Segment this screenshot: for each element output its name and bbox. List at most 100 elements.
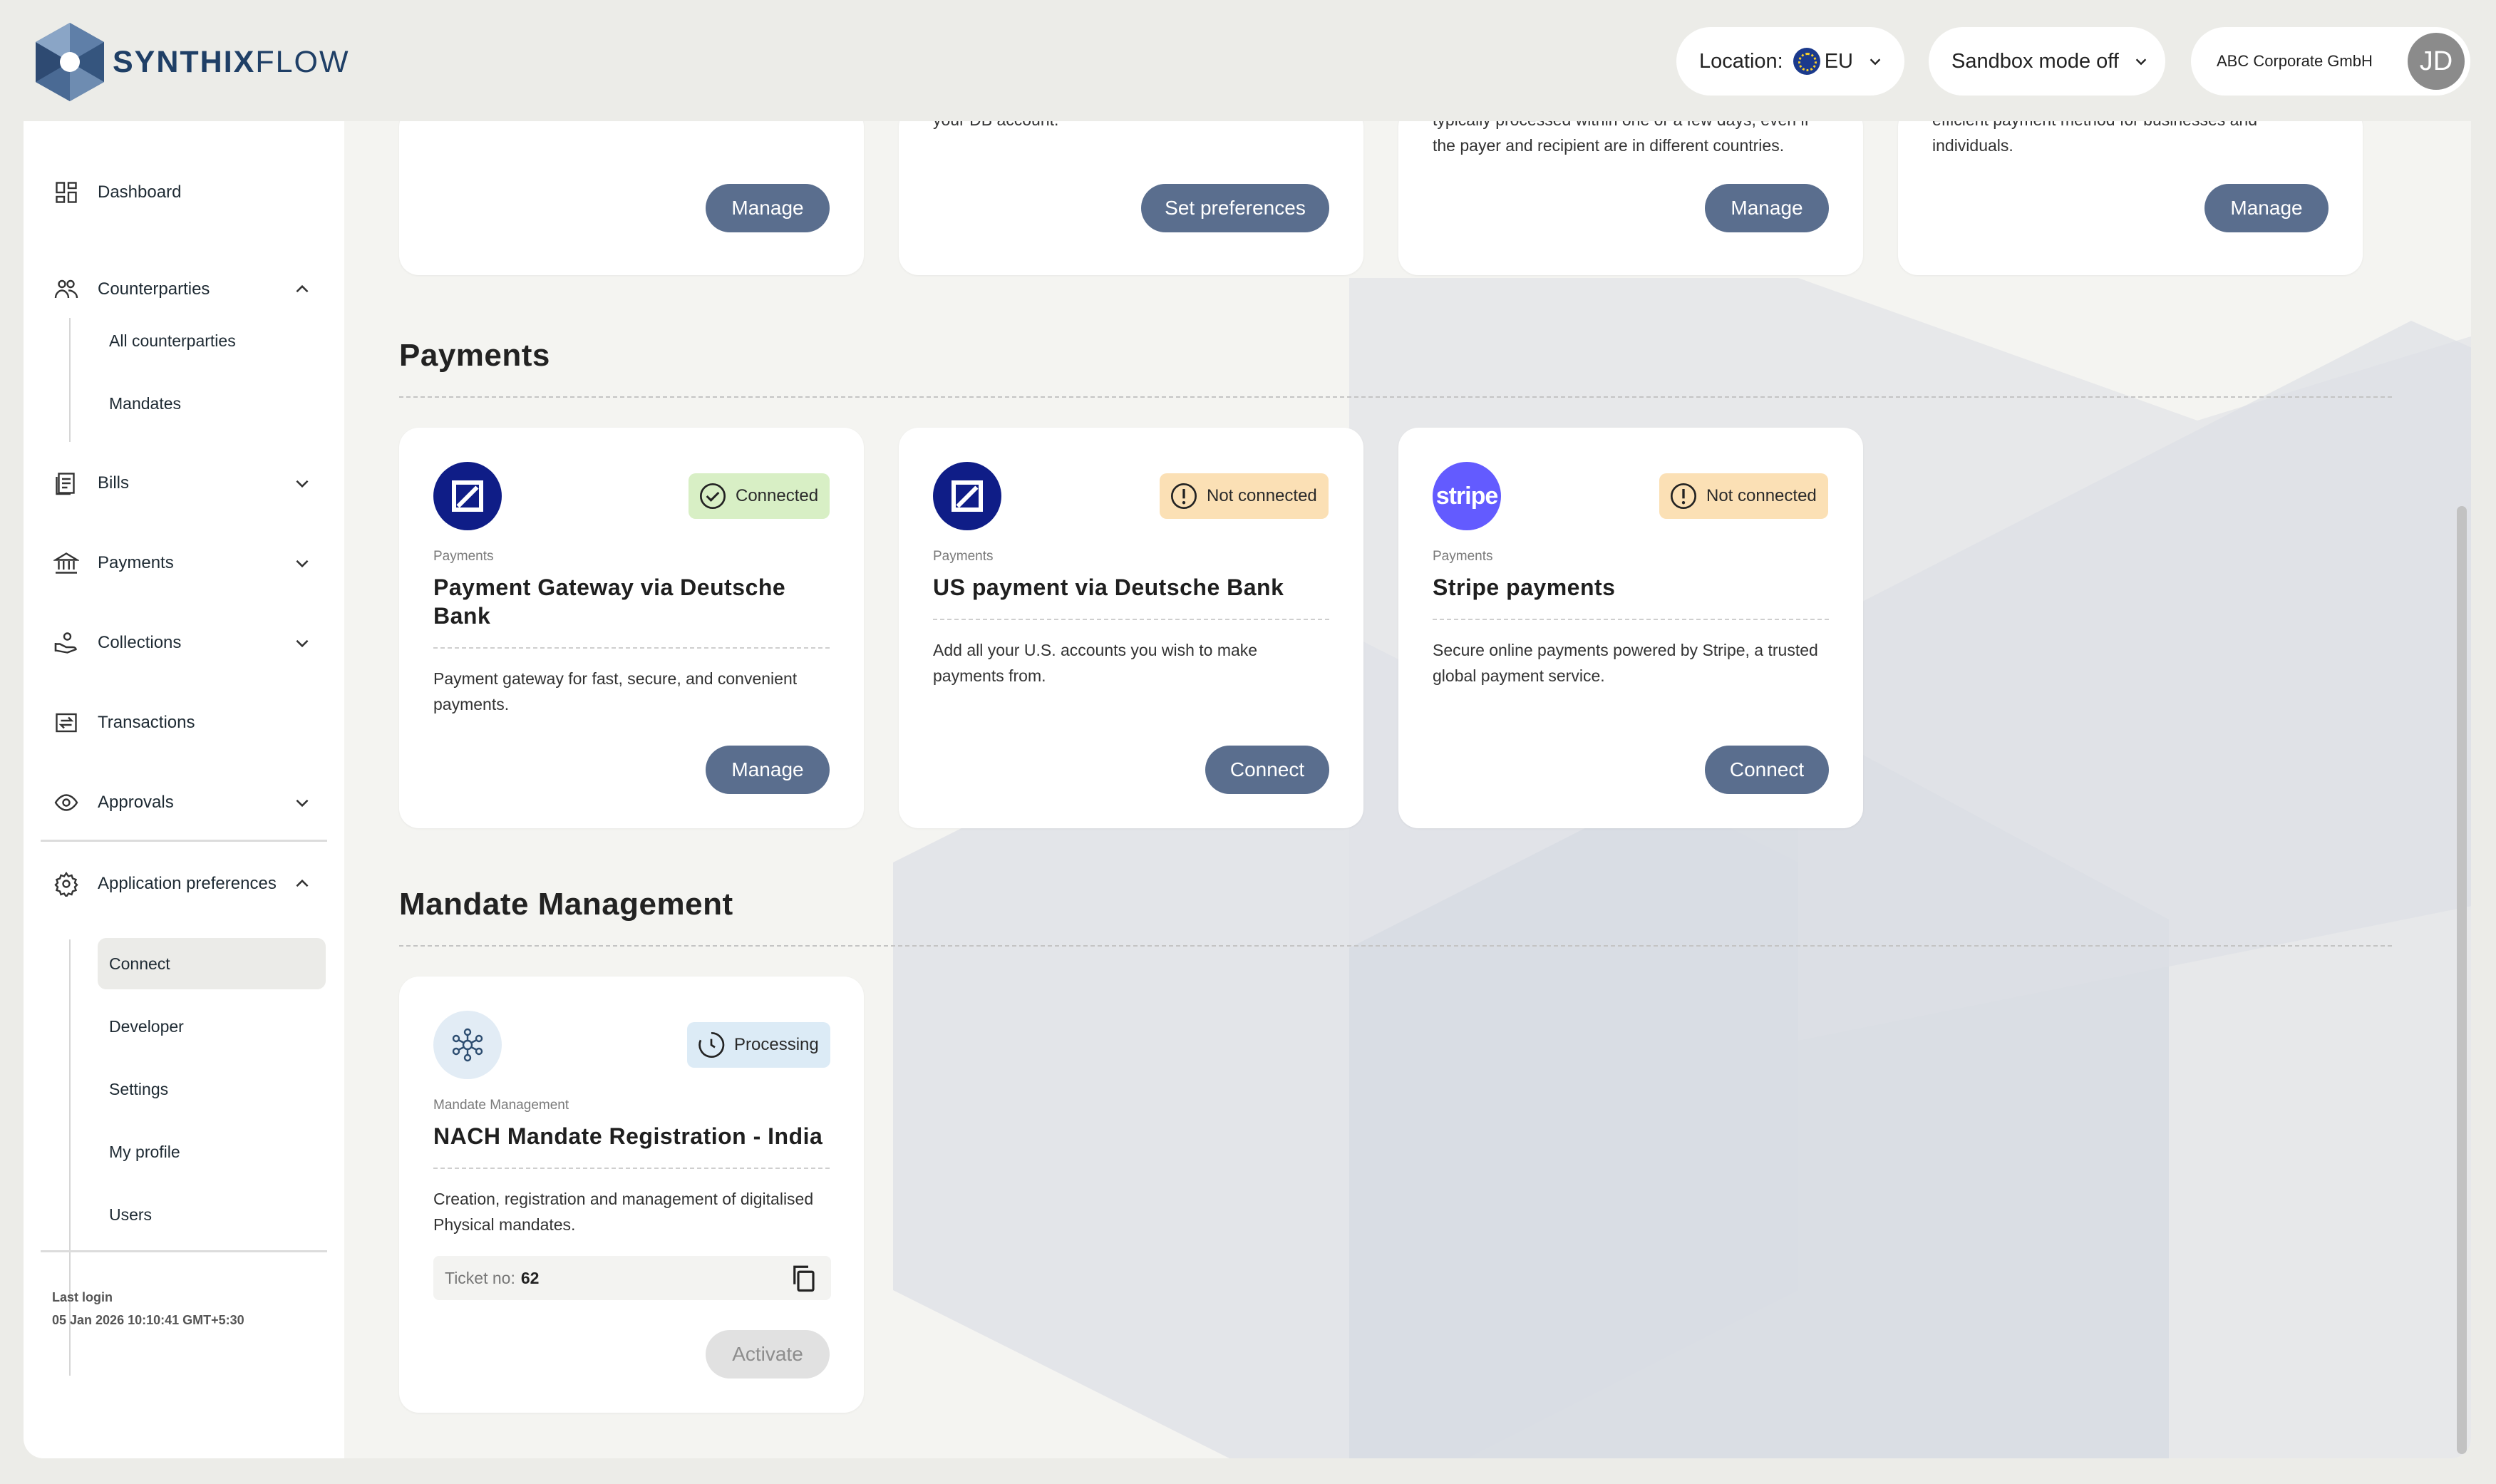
scrollbar[interactable] bbox=[2457, 506, 2467, 1454]
sidebar-item-label: Bills bbox=[98, 473, 130, 493]
set-preferences-button[interactable]: Set preferences bbox=[1141, 184, 1329, 232]
manage-button[interactable]: Manage bbox=[1705, 184, 1829, 232]
sidebar-subitem-users[interactable]: Users bbox=[98, 1189, 326, 1240]
card-category: Payments bbox=[433, 549, 494, 564]
status-badge: Not connected bbox=[1160, 473, 1329, 519]
stripe-icon: stripe bbox=[1433, 462, 1501, 530]
eu-flag-icon bbox=[1793, 48, 1820, 75]
chevron-down-icon bbox=[1870, 58, 1881, 66]
connector-card-payment-gateway-deutsche-bank: Connected Payments Payment Gateway via D… bbox=[399, 428, 864, 828]
sidebar-item-label: Payments bbox=[98, 553, 174, 572]
check-circle-icon bbox=[700, 483, 726, 509]
ticket-value: 62 bbox=[520, 1268, 540, 1287]
submenu-line bbox=[69, 318, 71, 442]
card-description: Secure online payments powered by Stripe… bbox=[1433, 641, 1818, 685]
sidebar-item-collections[interactable]: Collections bbox=[24, 614, 344, 671]
sidebar-item-counterparties[interactable]: Counterparties bbox=[24, 261, 344, 318]
section-divider bbox=[399, 396, 2392, 398]
sidebar-subitem-developer[interactable]: Developer bbox=[98, 1001, 326, 1052]
card-description: Add all your U.S. accounts you wish to m… bbox=[933, 641, 1258, 685]
sidebar-item-bills[interactable]: Bills bbox=[24, 455, 344, 512]
top-bar: SYNTHIXFLOW Location: EU Sandbox mode of… bbox=[0, 0, 2496, 121]
card-description: Creation, registration and management of… bbox=[433, 1190, 814, 1234]
connector-card: your DB account. Set preferences bbox=[899, 121, 1363, 275]
card-divider bbox=[433, 1168, 830, 1169]
connector-card: typically processed within one or a few … bbox=[1398, 121, 1863, 275]
sidebar-item-dashboard[interactable]: Dashboard bbox=[24, 164, 344, 221]
card-divider bbox=[433, 647, 830, 649]
status-badge: Processing bbox=[687, 1022, 830, 1068]
sidebar-item-approvals[interactable]: Approvals bbox=[24, 774, 344, 831]
ticket-label: Ticket no: bbox=[445, 1268, 515, 1287]
location-value: EU bbox=[1824, 49, 1853, 73]
manage-button[interactable]: Manage bbox=[706, 184, 830, 232]
card-description: efficient payment method for businesses … bbox=[1932, 121, 2257, 155]
card-category: Mandate Management bbox=[433, 1098, 569, 1113]
network-icon bbox=[433, 1011, 502, 1079]
activate-button[interactable]: Activate bbox=[706, 1330, 830, 1379]
sidebar-subitem-settings[interactable]: Settings bbox=[98, 1063, 326, 1115]
sidebar-subitem-connect[interactable]: Connect bbox=[98, 938, 326, 989]
main-content: Manage your DB account. Set preferences … bbox=[344, 121, 2471, 1458]
dashboard-icon bbox=[56, 182, 77, 203]
brand-name: SYNTHIXFLOW bbox=[113, 44, 350, 79]
connector-card-nach-mandate: Processing Mandate Management NACH Manda… bbox=[399, 977, 864, 1413]
sidebar-item-label: Transactions bbox=[98, 713, 195, 732]
sidebar-divider bbox=[41, 1250, 327, 1252]
sidebar-subitem-all-counterparties[interactable]: All counterparties bbox=[98, 315, 326, 366]
card-title: NACH Mandate Registration - India bbox=[433, 1123, 823, 1149]
clock-progress-icon bbox=[698, 1031, 725, 1058]
card-title: Stripe payments bbox=[1433, 574, 1616, 600]
manage-button[interactable]: Manage bbox=[706, 746, 830, 794]
sidebar-subitem-my-profile[interactable]: My profile bbox=[98, 1126, 326, 1178]
sidebar-subitem-mandates[interactable]: Mandates bbox=[98, 378, 326, 429]
logo-icon bbox=[36, 23, 104, 101]
sidebar-item-label: Application preferences bbox=[98, 874, 277, 893]
sandbox-mode-selector[interactable]: Sandbox mode off bbox=[1929, 27, 2165, 96]
status-text: Not connected bbox=[1207, 486, 1317, 505]
card-description: Payment gateway for fast, secure, and co… bbox=[433, 669, 798, 713]
app-logo[interactable]: SYNTHIXFLOW bbox=[33, 21, 350, 103]
sidebar-item-label: Collections bbox=[98, 633, 182, 652]
status-badge: Connected bbox=[689, 473, 830, 519]
card-title: Payment Gateway via Deutsche Bank bbox=[433, 574, 786, 629]
sidebar-item-label: Counterparties bbox=[98, 279, 210, 299]
chevron-up-icon bbox=[296, 879, 309, 887]
sidebar-item-application-preferences[interactable]: Application preferences bbox=[24, 855, 344, 912]
chevron-down-icon bbox=[296, 799, 309, 808]
card-category: Payments bbox=[933, 549, 994, 564]
card-category: Payments bbox=[1433, 549, 1493, 564]
sidebar-item-payments[interactable]: Payments bbox=[24, 535, 344, 592]
sandbox-label: Sandbox mode off bbox=[1951, 49, 2119, 73]
location-selector[interactable]: Location: EU bbox=[1676, 27, 1904, 96]
manage-button[interactable]: Manage bbox=[2204, 184, 2329, 232]
section-divider bbox=[399, 945, 2392, 947]
chevron-down-icon bbox=[296, 480, 309, 488]
last-login: Last login 05 Jan 2026 10:10:41 GMT+5:30 bbox=[52, 1286, 244, 1331]
chevron-down-icon bbox=[2135, 58, 2147, 66]
people-icon bbox=[54, 279, 78, 299]
last-login-value: 05 Jan 2026 10:10:41 GMT+5:30 bbox=[52, 1313, 244, 1327]
copy-icon[interactable] bbox=[788, 1263, 818, 1293]
card-description: your DB account. bbox=[933, 121, 1332, 133]
chevron-down-icon bbox=[296, 560, 309, 568]
connect-button[interactable]: Connect bbox=[1205, 746, 1329, 794]
card-divider bbox=[1433, 619, 1829, 620]
eye-icon bbox=[54, 794, 78, 811]
connect-button[interactable]: Connect bbox=[1705, 746, 1829, 794]
connector-card: Manage bbox=[399, 121, 864, 275]
warning-circle-icon bbox=[1171, 483, 1197, 509]
ticket-number-field: Ticket no: 62 bbox=[433, 1256, 831, 1300]
deutsche-bank-icon bbox=[933, 462, 1001, 530]
sidebar: Dashboard Counterparties All counterpart… bbox=[24, 121, 344, 1458]
sidebar-item-transactions[interactable]: Transactions bbox=[24, 694, 344, 751]
card-title: US payment via Deutsche Bank bbox=[933, 574, 1284, 600]
section-title-payments: Payments bbox=[399, 338, 550, 373]
sidebar-divider bbox=[41, 840, 327, 842]
collections-icon bbox=[54, 632, 77, 654]
account-menu[interactable]: ABC Corporate GmbH JD bbox=[2191, 27, 2470, 96]
status-text: Processing bbox=[734, 1035, 819, 1054]
avatar[interactable]: JD bbox=[2408, 33, 2465, 90]
card-description: typically processed within one or a few … bbox=[1433, 121, 1809, 155]
deutsche-bank-icon bbox=[433, 462, 502, 530]
